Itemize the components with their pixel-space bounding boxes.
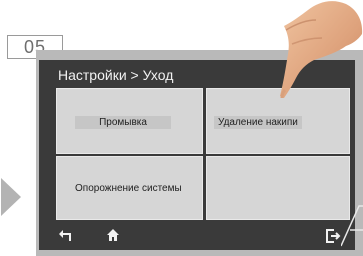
back-arrow-icon[interactable] (58, 229, 74, 243)
bottom-nav-bar (39, 222, 355, 250)
tile-flush-label: Промывка (75, 116, 171, 129)
tile-system-drain[interactable]: Опорожнение системы (56, 156, 203, 220)
brand-mark-icon (341, 205, 363, 247)
tile-descaling-label: Удаление накипи (214, 116, 302, 129)
pointing-hand-icon (280, 1, 363, 99)
tile-flush[interactable]: Промывка (56, 88, 203, 154)
play-arrow-icon (1, 178, 21, 216)
tile-empty (206, 156, 350, 220)
home-icon[interactable] (106, 228, 120, 242)
screen-title: Настройки > Уход (58, 67, 174, 83)
exit-icon[interactable] (325, 228, 341, 244)
tile-system-drain-label: Опорожнение системы (75, 183, 182, 194)
